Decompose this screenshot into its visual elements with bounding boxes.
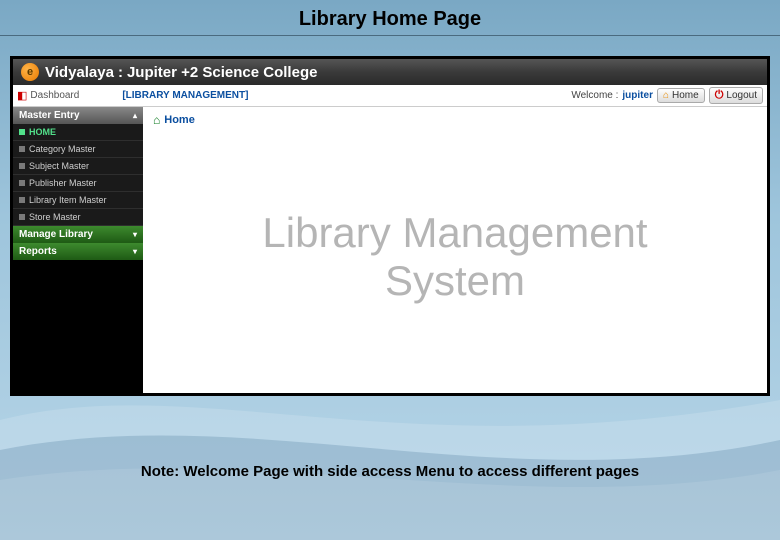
chevron-down-icon: ▾ [133, 230, 137, 239]
home-icon: ⌂ [153, 113, 160, 127]
title-bar: e Vidyalaya : Jupiter +2 Science College [13, 59, 767, 85]
sidebar-item-label: Store Master [29, 212, 81, 222]
home-icon: ⌂ [663, 90, 669, 101]
sidebar-item-category-master[interactable]: Category Master [13, 141, 143, 158]
sidebar-section-master[interactable]: Master Entry ▴ [13, 107, 143, 124]
slide-note: Note: Welcome Page with side access Menu… [0, 463, 780, 480]
app-window: e Vidyalaya : Jupiter +2 Science College… [10, 56, 770, 396]
dashboard-link[interactable]: Dashboard [30, 90, 79, 101]
logout-button-label: Logout [726, 90, 757, 101]
bullet-icon [19, 197, 25, 203]
slide-title: Library Home Page [0, 0, 780, 36]
bullet-icon [19, 146, 25, 152]
app-name: Vidyalaya [45, 64, 114, 81]
sidebar-item-label: HOME [29, 127, 56, 137]
sidebar-section-manage[interactable]: Manage Library ▾ [13, 226, 143, 243]
sidebar-item-library-item-master[interactable]: Library Item Master [13, 192, 143, 209]
sidebar-section-manage-label: Manage Library [19, 229, 93, 240]
chevron-down-icon: ▾ [133, 247, 137, 256]
sidebar-filler [13, 260, 143, 393]
sidebar-item-subject-master[interactable]: Subject Master [13, 158, 143, 175]
sidebar-section-reports-label: Reports [19, 246, 57, 257]
sidebar-item-publisher-master[interactable]: Publisher Master [13, 175, 143, 192]
content-area: ⌂ Home Library Management System [143, 107, 767, 393]
hero-area: Library Management System [153, 127, 757, 387]
bullet-icon [19, 180, 25, 186]
welcome-label: Welcome : [571, 90, 618, 101]
hero-line2: System [262, 257, 647, 305]
bullet-icon [19, 163, 25, 169]
sidebar-item-label: Library Item Master [29, 195, 107, 205]
dashboard-icon: ◧ [17, 89, 27, 102]
welcome-user-link[interactable]: jupiter [622, 90, 653, 101]
module-tag: [LIBRARY MANAGEMENT] [122, 90, 248, 101]
app-logo-icon: e [21, 63, 39, 81]
sidebar-item-label: Subject Master [29, 161, 89, 171]
sidebar-item-store-master[interactable]: Store Master [13, 209, 143, 226]
bullet-icon [19, 214, 25, 220]
hero-line1: Library Management [262, 209, 647, 257]
institution-name: Jupiter +2 Science College [127, 64, 318, 81]
bullet-icon [19, 129, 25, 135]
chevron-up-icon: ▴ [133, 111, 137, 120]
home-button[interactable]: ⌂ Home [657, 88, 705, 103]
breadcrumb-bar: ◧ Dashboard [LIBRARY MANAGEMENT] Welcome… [13, 85, 767, 107]
sidebar-item-home[interactable]: HOME [13, 124, 143, 141]
sidebar-section-master-label: Master Entry [19, 110, 80, 121]
breadcrumb-home-label: Home [164, 114, 195, 126]
logout-icon: ⏻ [715, 89, 724, 102]
home-button-label: Home [672, 90, 699, 101]
hero-text: Library Management System [262, 209, 647, 306]
sidebar-item-label: Publisher Master [29, 178, 97, 188]
sidebar-section-reports[interactable]: Reports ▾ [13, 243, 143, 260]
logout-button[interactable]: ⏻ Logout [709, 87, 763, 104]
title-separator: : [118, 64, 123, 81]
sidebar: Master Entry ▴ HOME Category Master Subj… [13, 107, 143, 393]
sidebar-item-label: Category Master [29, 144, 96, 154]
breadcrumb-home[interactable]: ⌂ Home [153, 113, 757, 127]
